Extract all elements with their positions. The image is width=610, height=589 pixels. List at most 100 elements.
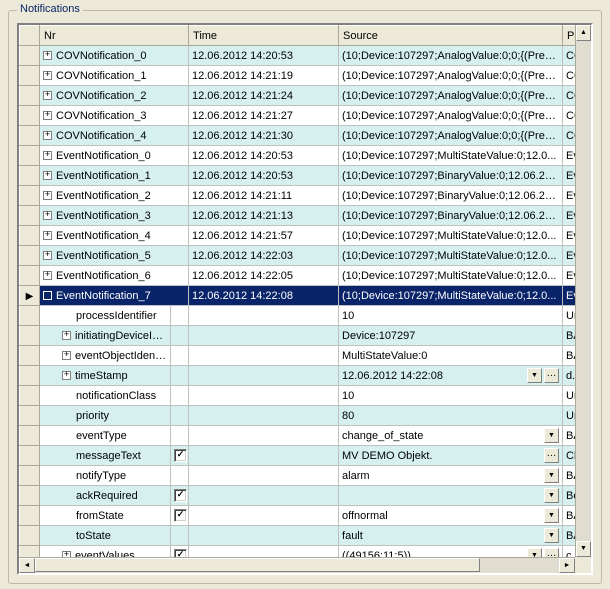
table-row[interactable]: eventValues((49156;11;5))c... (20, 546, 576, 558)
dropdown-button[interactable] (544, 428, 559, 443)
checkbox-cell[interactable] (171, 506, 189, 526)
row-gutter[interactable] (20, 186, 40, 206)
param-cell[interactable]: Unsi... (563, 406, 575, 426)
checkbox[interactable] (174, 489, 187, 502)
nr-cell[interactable]: EventNotification_6 (40, 266, 189, 286)
time-cell[interactable]: 12.06.2012 14:20:53 (189, 166, 339, 186)
source-cell[interactable]: (10;Device:107297;AnalogValue:0;0;{(Pres… (339, 46, 563, 66)
row-gutter[interactable] (20, 426, 40, 446)
source-cell[interactable]: (10;Device:107297;BinaryValue:0;12.06.20… (339, 186, 563, 206)
value-cell[interactable]: ((49156;11;5)) (339, 546, 563, 558)
value-cell[interactable]: MultiStateValue:0 (339, 346, 563, 366)
scroll-track-h[interactable] (35, 558, 559, 573)
param-cell[interactable]: d... (563, 366, 575, 386)
table-row[interactable]: toStatefaultBAC... (20, 526, 576, 546)
source-cell[interactable]: (10;Device:107297;MultiStateValue:0;12.0… (339, 246, 563, 266)
expand-icon[interactable] (43, 291, 52, 300)
expand-icon[interactable] (43, 231, 52, 240)
nr-cell[interactable]: EventNotification_2 (40, 186, 189, 206)
row-gutter[interactable] (20, 226, 40, 246)
row-gutter[interactable] (20, 506, 40, 526)
param-cell[interactable]: BAC... (563, 526, 575, 546)
param-cell[interactable]: Eve... (563, 266, 575, 286)
expand-icon[interactable] (43, 71, 52, 80)
table-row[interactable]: COVNotification_212.06.2012 14:21:24(10;… (20, 86, 576, 106)
nr-cell[interactable]: EventNotification_3 (40, 206, 189, 226)
time-cell[interactable]: 12.06.2012 14:21:13 (189, 206, 339, 226)
table-row[interactable]: EventNotification_212.06.2012 14:21:11(1… (20, 186, 576, 206)
table-row[interactable]: COVNotification_312.06.2012 14:21:27(10;… (20, 106, 576, 126)
row-gutter[interactable] (20, 166, 40, 186)
param-cell[interactable]: COV... (563, 86, 575, 106)
value-cell[interactable]: Device:107297 (339, 326, 563, 346)
nr-cell[interactable]: COVNotification_2 (40, 86, 189, 106)
param-cell[interactable]: BAC... (563, 466, 575, 486)
param-cell[interactable]: COV... (563, 46, 575, 66)
time-cell[interactable]: 12.06.2012 14:20:53 (189, 146, 339, 166)
ellipsis-button[interactable] (544, 368, 559, 383)
scroll-down-button[interactable]: ▼ (576, 541, 591, 557)
param-cell[interactable]: Eve... (563, 206, 575, 226)
expand-icon[interactable] (43, 211, 52, 220)
col-header-time[interactable]: Time (189, 26, 339, 46)
row-gutter[interactable] (20, 406, 40, 426)
row-gutter[interactable] (20, 346, 40, 366)
checkbox[interactable] (174, 509, 187, 522)
dropdown-button[interactable] (544, 528, 559, 543)
nr-cell[interactable]: COVNotification_4 (40, 126, 189, 146)
param-cell[interactable]: Eve... (563, 166, 575, 186)
property-label-cell[interactable]: eventType (40, 426, 171, 446)
param-cell[interactable]: BAC... (563, 426, 575, 446)
table-row[interactable]: messageTextMV DEMO Objekt.Char... (20, 446, 576, 466)
scroll-thumb-h[interactable] (35, 558, 480, 572)
row-gutter[interactable] (20, 106, 40, 126)
source-cell[interactable]: (10;Device:107297;AnalogValue:0;0;{(Pres… (339, 66, 563, 86)
table-row[interactable]: EventNotification_012.06.2012 14:20:53(1… (20, 146, 576, 166)
time-cell[interactable]: 12.06.2012 14:21:24 (189, 86, 339, 106)
checkbox-cell[interactable] (171, 446, 189, 466)
row-gutter[interactable] (20, 386, 40, 406)
ellipsis-button[interactable] (544, 548, 559, 557)
nr-cell[interactable]: EventNotification_7 (40, 286, 189, 306)
source-cell[interactable]: (10;Device:107297;BinaryValue:0;12.06.20… (339, 166, 563, 186)
source-cell[interactable]: (10;Device:107297;AnalogValue:0;0;{(Pres… (339, 106, 563, 126)
dropdown-button[interactable] (527, 368, 542, 383)
time-cell[interactable]: 12.06.2012 14:22:05 (189, 266, 339, 286)
expand-icon[interactable] (62, 371, 71, 380)
expand-icon[interactable] (43, 171, 52, 180)
param-cell[interactable]: BAC... (563, 326, 575, 346)
table-row[interactable]: eventObjectIdent…MultiStateValue:0BAC... (20, 346, 576, 366)
param-cell[interactable]: COV... (563, 126, 575, 146)
value-cell[interactable]: 10 (339, 386, 563, 406)
row-gutter[interactable] (20, 526, 40, 546)
param-cell[interactable]: Char... (563, 446, 575, 466)
scroll-up-button[interactable]: ▲ (576, 25, 591, 41)
vertical-scrollbar[interactable]: ▲ ▼ (575, 25, 591, 557)
time-cell[interactable]: 12.06.2012 14:21:19 (189, 66, 339, 86)
property-label-cell[interactable]: notificationClass (40, 386, 171, 406)
time-cell[interactable]: 12.06.2012 14:22:03 (189, 246, 339, 266)
property-label-cell[interactable]: processIdentifier (40, 306, 171, 326)
table-row[interactable]: notificationClass10Unsi... (20, 386, 576, 406)
data-grid[interactable]: Nr Time Source Param COVNotification_012… (17, 23, 593, 575)
value-cell[interactable]: 80 (339, 406, 563, 426)
expand-icon[interactable] (43, 191, 52, 200)
table-row[interactable]: priority80Unsi... (20, 406, 576, 426)
value-cell[interactable]: alarm (339, 466, 563, 486)
horizontal-scrollbar[interactable]: ◄ ► (19, 557, 575, 573)
source-cell[interactable]: (10;Device:107297;MultiStateValue:0;12.0… (339, 266, 563, 286)
dropdown-button[interactable] (544, 468, 559, 483)
source-cell[interactable]: (10;Device:107297;MultiStateValue:0;12.0… (339, 226, 563, 246)
checkbox-cell[interactable] (171, 486, 189, 506)
table-row[interactable]: EventNotification_412.06.2012 14:21:57(1… (20, 226, 576, 246)
param-cell[interactable]: BAC... (563, 506, 575, 526)
param-cell[interactable]: COV... (563, 66, 575, 86)
value-cell[interactable]: offnormal (339, 506, 563, 526)
table-row[interactable]: EventNotification_512.06.2012 14:22:03(1… (20, 246, 576, 266)
expand-icon[interactable] (43, 151, 52, 160)
table-row[interactable]: processIdentifier10Unsi... (20, 306, 576, 326)
param-cell[interactable]: Eve... (563, 146, 575, 166)
time-cell[interactable]: 12.06.2012 14:21:11 (189, 186, 339, 206)
dropdown-button[interactable] (544, 508, 559, 523)
table-row[interactable]: EventNotification_112.06.2012 14:20:53(1… (20, 166, 576, 186)
